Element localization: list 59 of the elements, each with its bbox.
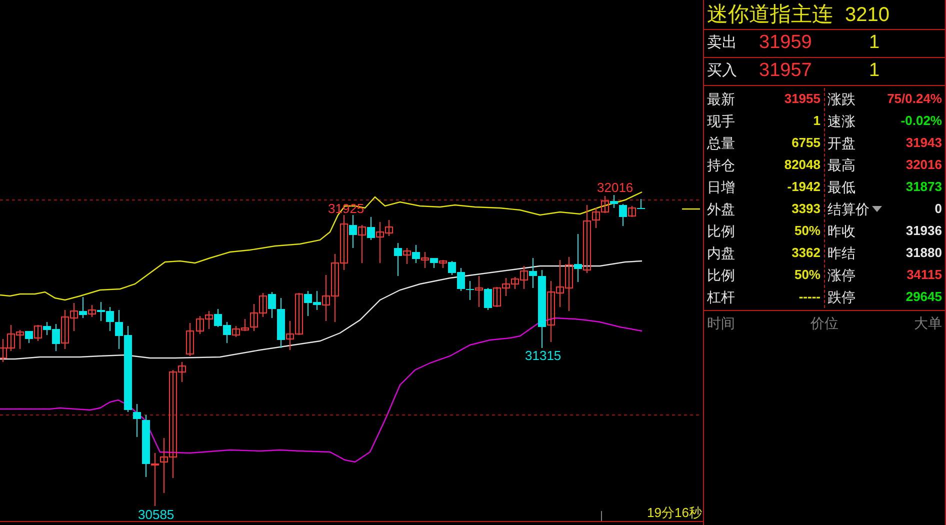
- quote-label: 昨收: [828, 222, 856, 240]
- quote-value: 31880: [906, 244, 942, 262]
- price-level-line: [682, 208, 700, 210]
- order-side-label: 买入: [707, 61, 738, 82]
- quote-value: 75/0.24%: [887, 90, 942, 108]
- column-header: 大单: [914, 314, 942, 332]
- quote-value: 31955: [784, 90, 820, 108]
- quote-value: -1942: [787, 178, 820, 196]
- caret-icon[interactable]: [872, 206, 882, 212]
- tick-mark: [601, 510, 602, 522]
- candlestick: [186, 322, 194, 356]
- order-volume: 1: [869, 31, 880, 56]
- quote-label: 外盘: [707, 200, 735, 218]
- quote-value: 31873: [906, 178, 942, 196]
- quote-label: 总量: [707, 134, 735, 152]
- quote-label: 日增: [707, 178, 735, 196]
- column-header: 时间: [707, 314, 735, 332]
- quote-label: 现手: [707, 112, 735, 130]
- quote-value: 31943: [906, 134, 942, 152]
- quote-label: 开盘: [828, 134, 856, 152]
- quote-value: 50%: [794, 222, 820, 240]
- quote-value: 50%: [794, 266, 820, 284]
- quote-value: 0: [934, 200, 942, 218]
- timer-text: 19分16秒: [647, 506, 702, 520]
- quote-value: 34115: [906, 266, 942, 284]
- quote-value: 29645: [906, 288, 942, 306]
- quote-value: 3393: [792, 200, 820, 218]
- order-side-label: 卖出: [707, 33, 738, 54]
- quote-label: 昨结: [828, 244, 856, 262]
- instrument-code: 3210: [845, 2, 890, 28]
- quote-label: 结算价: [828, 200, 870, 218]
- order-price: 31959: [759, 31, 813, 56]
- instrument-name: 迷你道指主连: [707, 2, 833, 28]
- quote-value: 82048: [784, 156, 820, 174]
- price-label: 32016: [597, 181, 634, 195]
- order-price: 31957: [759, 59, 813, 84]
- price-label: 31315: [525, 349, 562, 363]
- column-header: 价位: [810, 314, 838, 332]
- quote-label: 跌停: [828, 288, 856, 306]
- quote-label: 杠杆: [707, 288, 735, 306]
- quote-value: 6755: [792, 134, 820, 152]
- quote-label: 最高: [828, 156, 856, 174]
- quote-value: -----: [798, 288, 820, 306]
- quote-value: 32016: [906, 156, 942, 174]
- quote-label: 速涨: [828, 112, 856, 130]
- quote-label: 涨跌: [828, 90, 856, 108]
- quote-label: 内盘: [707, 244, 735, 262]
- quote-label: 最低: [828, 178, 856, 196]
- quote-label: 涨停: [828, 266, 856, 284]
- quote-label: 比例: [707, 222, 735, 240]
- quote-label: 最新: [707, 90, 735, 108]
- quote-value: 3362: [792, 244, 820, 262]
- quote-label: 比例: [707, 266, 735, 284]
- quote-value: 31936: [906, 222, 942, 240]
- order-volume: 1: [869, 59, 880, 84]
- quote-label: 持仓: [707, 156, 735, 174]
- price-label: 30585: [138, 508, 174, 522]
- quote-value: 1: [813, 112, 820, 130]
- quote-value: -0.02%: [900, 112, 942, 130]
